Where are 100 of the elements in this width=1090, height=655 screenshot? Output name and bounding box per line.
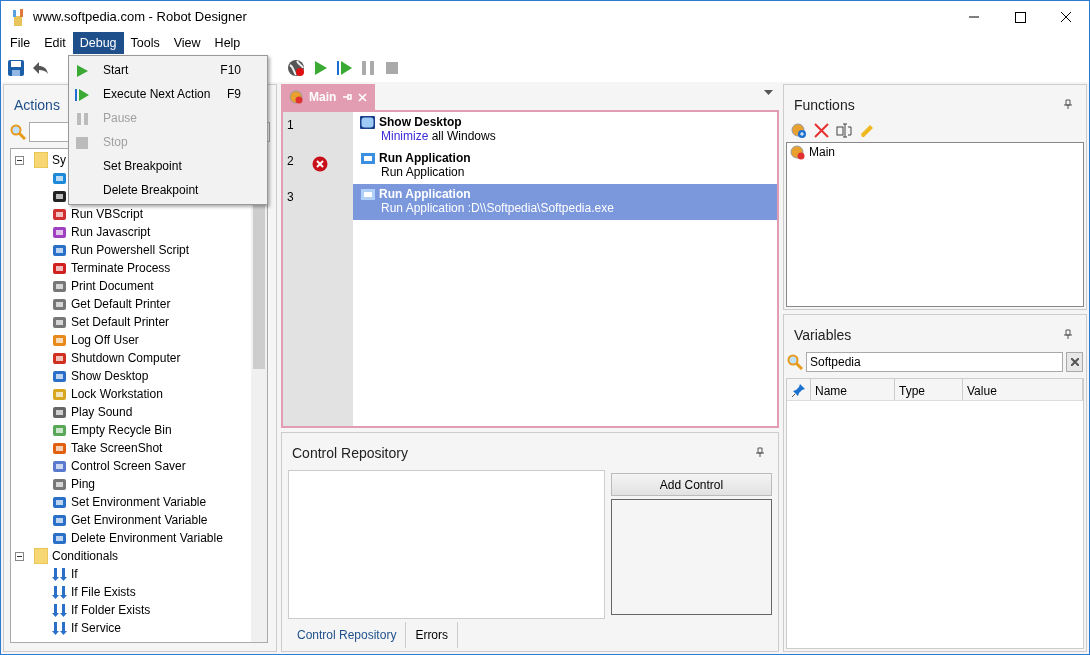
add-control-button[interactable]: Add Control [611,473,772,496]
tree-item[interactable]: Get Environment Variable [71,511,208,529]
panel-title: Control Repository [291,444,409,463]
delete-icon[interactable] [813,122,830,139]
menu-item[interactable]: Help [207,32,248,54]
action-title: Show Desktop [379,115,463,130]
clear-button[interactable] [1066,352,1083,372]
stop-icon [75,135,89,150]
app-icon [11,7,25,26]
action-icon [52,314,67,330]
pin-icon[interactable] [1064,328,1072,339]
folder-icon [34,548,48,564]
menu-item[interactable]: View [166,32,208,54]
pin-icon[interactable] [1064,98,1072,109]
play-icon [75,63,89,78]
column-header[interactable]: Value [963,379,1083,400]
menu-entry[interactable]: Execute Next Action F9 [69,82,267,106]
pause-icon [75,111,89,126]
step-icon[interactable] [335,59,353,77]
tree-item[interactable]: Set Environment Variable [71,493,207,511]
menu-item[interactable]: Tools [123,32,167,54]
action-icon [52,440,67,456]
action-icon [52,422,67,438]
action-icon [52,368,67,384]
tree-item[interactable]: Log Off User [71,331,139,349]
action-icon [52,404,67,420]
tree-item[interactable]: Print Document [71,277,154,295]
action-icon [52,170,67,186]
pause-icon[interactable] [359,59,377,77]
panel-title: Functions [793,96,856,115]
action-icon [52,530,67,546]
pin-icon[interactable] [756,446,764,457]
shortcut-label: F10 [220,62,241,79]
script-row[interactable]: 2 Run Application Run Application [283,148,777,184]
panel-tab[interactable]: Errors [406,622,459,648]
menu-entry[interactable]: Delete Breakpoint [69,178,267,202]
action-icon [52,260,67,276]
line-number: 2 [287,153,294,170]
tree-item[interactable]: Play Sound [71,403,133,421]
tree-item[interactable]: Sy [52,151,66,169]
action-icon [52,458,67,474]
action-description: Minimize all Windows [380,129,496,144]
column-header[interactable]: Name [811,379,895,400]
column-header[interactable]: Type [895,379,963,400]
tree-item[interactable]: If [71,565,78,583]
tree-item[interactable]: Run VBScript [71,205,144,223]
rename-icon[interactable] [836,122,853,139]
dropdown-icon[interactable] [764,90,773,96]
menu-item[interactable]: Edit [37,32,73,54]
search-icon [10,124,26,140]
add-function-icon[interactable] [790,122,807,139]
save-icon[interactable] [7,59,25,77]
tree-item[interactable]: Delete Environment Variable [71,529,223,547]
step-icon [75,87,89,102]
tree-item[interactable]: Empty Recycle Bin [71,421,172,439]
action-title: Run Application [379,187,472,202]
tree-item[interactable]: Run Javascript [71,223,151,241]
tree-item[interactable]: Ping [71,475,96,493]
tree-item[interactable]: Get Default Printer [71,295,171,313]
action-description: Run Application [380,165,466,180]
search-field[interactable]: Softpedia [806,352,1063,372]
action-icon [359,151,376,166]
action-icon [52,242,67,258]
tree-item[interactable]: If Service [71,619,121,637]
tree-item[interactable]: Lock Workstation [71,385,163,403]
tree-item[interactable]: Set Default Printer [71,313,170,331]
condition-icon [52,620,67,636]
action-icon [52,386,67,402]
panel-tab[interactable]: Control Repository [288,622,407,648]
action-icon [52,224,67,240]
stop-icon[interactable] [383,59,401,77]
tree-item[interactable]: Terminate Process [71,259,171,277]
condition-icon [52,584,67,600]
tree-item[interactable]: Shutdown Computer [71,349,181,367]
line-number: 3 [287,189,294,206]
tree-item[interactable]: If File Exists [71,583,136,601]
action-icon [52,332,67,348]
menu-item[interactable]: Debug [72,32,124,54]
tree-item[interactable]: Take ScreenShot [71,439,163,457]
function-item[interactable]: Main [809,143,835,161]
folder-icon [34,152,48,168]
tree-item[interactable]: Control Screen Saver [71,457,186,475]
action-icon [52,494,67,510]
action-icon [52,350,67,366]
menu-entry[interactable]: Start F10 [69,58,267,82]
menu-entry[interactable]: Set Breakpoint [69,154,267,178]
tree-item[interactable]: If Folder Exists [71,601,151,619]
action-icon [52,206,67,222]
script-row[interactable]: 1 Show Desktop Minimize all Windows [283,112,777,148]
tree-item[interactable]: Run Powershell Script [71,241,190,259]
collapse-icon[interactable] [15,551,24,561]
tree-item[interactable]: Conditionals [52,547,119,565]
tree-item[interactable]: Show Desktop [71,367,149,385]
collapse-icon[interactable] [15,155,24,165]
menu-item[interactable]: File [3,32,38,54]
pin-icon [791,382,806,397]
action-icon [52,296,67,312]
panel-title: Actions [13,96,61,115]
action-icon [359,187,376,202]
window-title: www.softpedia.com - Robot Designer [33,7,247,26]
